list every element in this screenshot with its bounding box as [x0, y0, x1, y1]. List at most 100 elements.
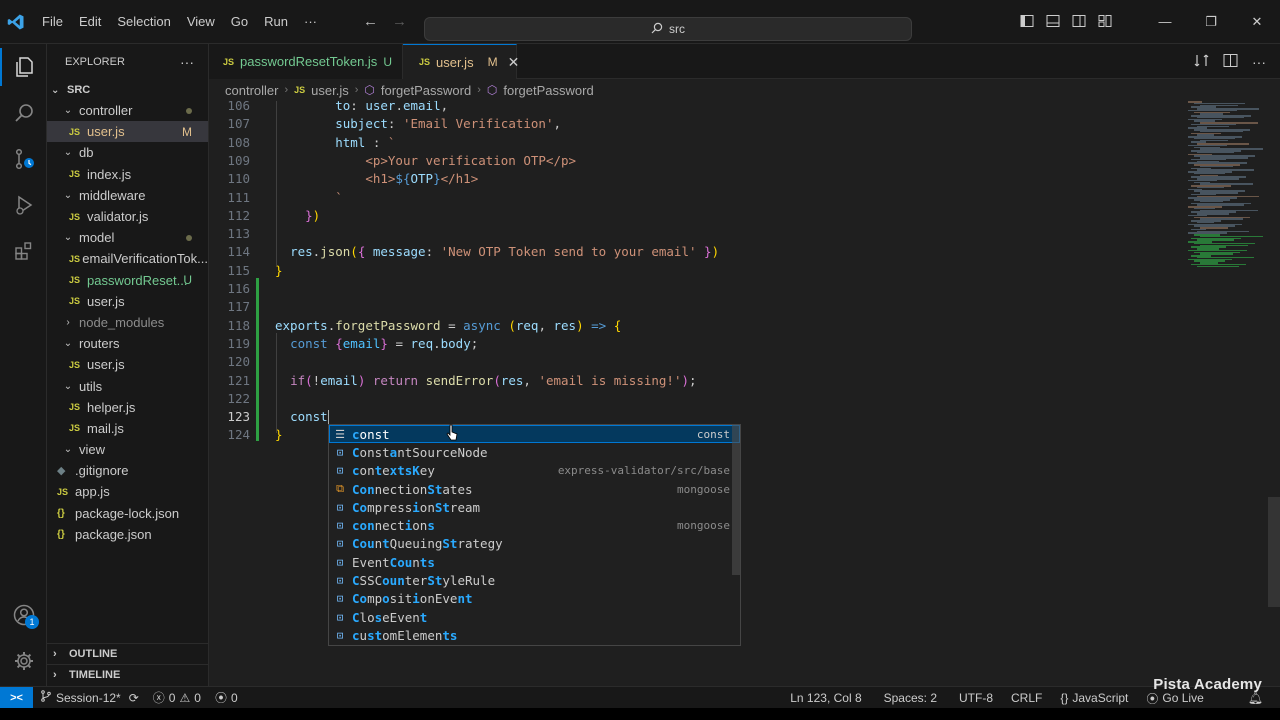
breadcrumb-file[interactable]: user.js [311, 83, 349, 98]
suggestion-item[interactable]: ⊡ connections mongoose [329, 516, 740, 534]
tree-file[interactable]: JS app.js [47, 481, 208, 502]
suggestion-item[interactable]: ⧉ ConnectionStates mongoose [329, 480, 740, 498]
code-line[interactable]: 121 if(!email) return sendError(res, 'em… [209, 372, 1209, 390]
tree-folder[interactable]: ⌄ db [47, 142, 208, 163]
tree-folder[interactable]: ⌄ utils [47, 375, 208, 396]
forward-arrow-icon[interactable]: → [392, 13, 407, 30]
more-actions-icon[interactable]: ··· [1252, 54, 1266, 70]
suggestion-item[interactable]: ⊡ CloseEvent [329, 608, 740, 626]
indentation[interactable]: Spaces: 2 [877, 691, 944, 705]
sync-icon[interactable]: ⟳ [129, 691, 139, 705]
restore-icon[interactable]: ❐ [1188, 0, 1234, 44]
outline-section[interactable]: › OUTLINE [47, 643, 209, 664]
code-line[interactable]: 122 [209, 390, 1209, 408]
tree-file[interactable]: JS index.js [47, 164, 208, 185]
search-view-icon[interactable] [0, 90, 47, 136]
suggestion-scrollbar[interactable] [732, 425, 740, 575]
notifications-bell-icon[interactable]: 🔔︎ [1241, 691, 1270, 705]
code-line[interactable]: 111 ` [209, 189, 1209, 207]
command-center-search[interactable]: src [424, 17, 912, 41]
menu-go[interactable]: Go [223, 0, 256, 44]
settings-gear-icon[interactable] [0, 638, 47, 684]
tab-user-js[interactable]: JS user.js M ✕ [402, 44, 520, 79]
code-line[interactable]: 119 const {email} = req.body; [209, 335, 1209, 353]
code-line[interactable]: 115} [209, 262, 1209, 280]
tree-file[interactable]: {} package.json [47, 524, 208, 545]
customize-layout-icon[interactable] [1098, 14, 1112, 31]
tree-file[interactable]: JS passwordReset... U [47, 270, 208, 291]
tree-folder[interactable]: ⌄ middleware [47, 185, 208, 206]
encoding[interactable]: UTF-8 [952, 691, 1000, 705]
tree-folder[interactable]: ⌄ view [47, 439, 208, 460]
problems-status[interactable]: ⓧ 0 ⚠ 0 [146, 689, 208, 706]
tree-file[interactable]: JS user.js [47, 354, 208, 375]
breadcrumb-symbol[interactable]: forgetPassword [381, 83, 471, 98]
explorer-more-actions[interactable]: ··· [180, 54, 194, 70]
close-window-icon[interactable]: ✕ [1234, 0, 1280, 44]
tree-folder[interactable]: ⌄ model [47, 227, 208, 248]
back-arrow-icon[interactable]: ← [363, 13, 378, 30]
editor-scrollbar[interactable] [1268, 497, 1280, 607]
branch-status[interactable]: Session-12* ⟳ [33, 690, 146, 705]
tree-file[interactable]: {} package-lock.json [47, 503, 208, 524]
code-line[interactable]: 120 [209, 353, 1209, 371]
menu-edit[interactable]: Edit [71, 0, 109, 44]
code-line[interactable]: 109 <p>Your verification OTP</p> [209, 152, 1209, 170]
toggle-primary-sidebar-icon[interactable] [1020, 14, 1034, 31]
suggestion-item[interactable]: ⊡ ConstantSourceNode [329, 443, 740, 461]
explorer-icon[interactable] [0, 44, 47, 90]
run-debug-icon[interactable] [0, 182, 47, 228]
suggestion-item[interactable]: ☰ const const [329, 425, 740, 444]
minimize-icon[interactable]: — [1142, 0, 1188, 44]
tree-file[interactable]: JS emailVerificationTok... [47, 248, 208, 269]
menu-file[interactable]: File [34, 0, 71, 44]
suggestion-item[interactable]: ⊡ customElements [329, 626, 740, 644]
code-line[interactable]: 108 html : ` [209, 134, 1209, 152]
remote-indicator[interactable]: >< [0, 686, 33, 709]
code-line[interactable]: 118 exports.forgetPassword = async (req, … [209, 317, 1209, 335]
ports-status[interactable]: ⦿ 0 [208, 689, 245, 706]
tree-file[interactable]: JS user.js [47, 291, 208, 312]
code-line[interactable]: 106 to: user.email, [209, 101, 1209, 115]
suggestion-item[interactable]: ⊡ EventCounts [329, 553, 740, 571]
workspace-root[interactable]: ⌄ SRC [47, 80, 208, 100]
suggestion-item[interactable]: ⊡ contextsKey express-validator/src/base [329, 462, 740, 480]
language-mode[interactable]: {} JavaScript [1053, 691, 1135, 705]
source-control-icon[interactable] [0, 136, 47, 182]
tree-file[interactable]: JS validator.js [47, 206, 208, 227]
tree-file[interactable]: ◆ .gitignore [47, 460, 208, 481]
code-line[interactable]: 107 subject: 'Email Verification', [209, 115, 1209, 133]
minimap[interactable] [1188, 101, 1268, 271]
cursor-position[interactable]: Ln 123, Col 8 [783, 691, 868, 705]
tree-folder[interactable]: ⌄ routers [47, 333, 208, 354]
tree-file[interactable]: JS helper.js [47, 397, 208, 418]
breadcrumb-symbol[interactable]: forgetPassword [503, 83, 593, 98]
suggestion-item[interactable]: ⊡ CompositionEvent [329, 590, 740, 608]
code-line[interactable]: 117 [209, 298, 1209, 316]
suggestion-item[interactable]: ⊡ CSSCounterStyleRule [329, 571, 740, 589]
close-tab-icon[interactable]: ✕ [508, 54, 520, 71]
extensions-icon[interactable] [0, 228, 47, 274]
toggle-panel-icon[interactable] [1046, 14, 1060, 31]
tree-folder[interactable]: ⌄ controller [47, 100, 208, 121]
code-line[interactable]: 110 <h1>${OTP}</h1> [209, 170, 1209, 188]
menu-run[interactable]: Run [256, 0, 296, 44]
menu-more[interactable]: ··· [296, 0, 325, 44]
menu-view[interactable]: View [179, 0, 223, 44]
tree-file[interactable]: JS user.js M [47, 121, 208, 143]
suggestion-item[interactable]: ⊡ CountQueuingStrategy [329, 535, 740, 553]
open-changes-icon[interactable] [1194, 53, 1209, 71]
end-of-line[interactable]: CRLF [1004, 691, 1049, 705]
timeline-section[interactable]: › TIMELINE [47, 664, 209, 685]
code-line[interactable]: 113 [209, 225, 1209, 243]
code-line[interactable]: 114 res.json({ message: 'New OTP Token s… [209, 243, 1209, 261]
toggle-secondary-sidebar-icon[interactable] [1072, 14, 1086, 31]
breadcrumb-folder[interactable]: controller [225, 83, 278, 98]
tab-password-reset-token[interactable]: JS passwordResetToken.js U [209, 44, 403, 79]
code-line[interactable]: 112 }) [209, 207, 1209, 225]
menu-selection[interactable]: Selection [109, 0, 178, 44]
suggestion-item[interactable]: ⊡ CompressionStream [329, 498, 740, 516]
tree-folder[interactable]: › node_modules [47, 312, 208, 333]
accounts-icon[interactable]: 1 [0, 592, 47, 638]
code-line[interactable]: 116 [209, 280, 1209, 298]
